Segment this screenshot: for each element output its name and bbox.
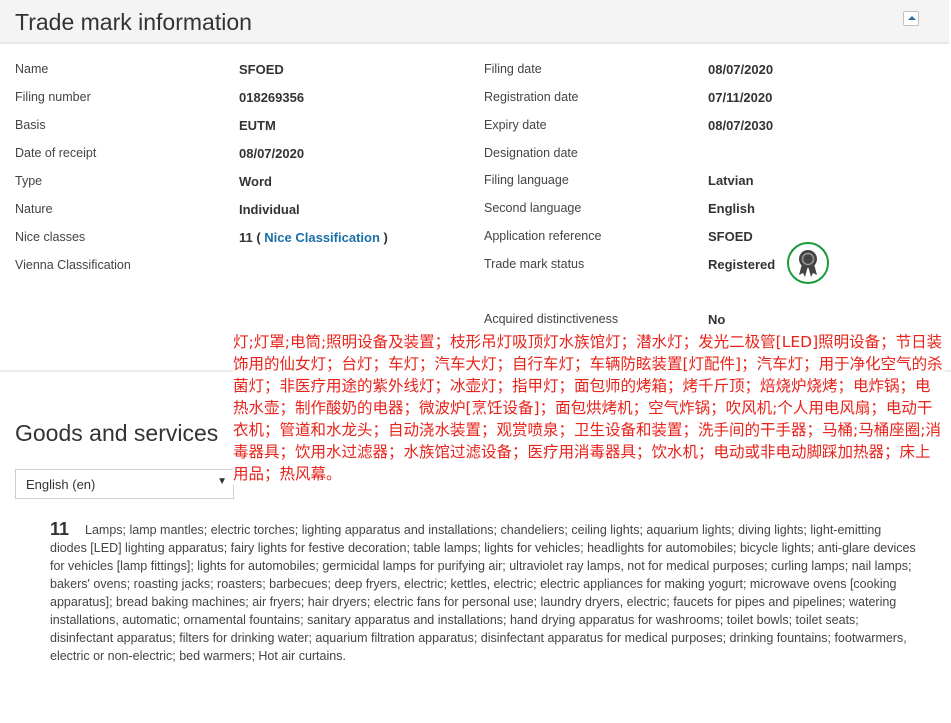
filing-date-label: Filing date xyxy=(484,62,542,76)
expiry-date-value: 08/07/2030 xyxy=(708,118,774,133)
nature-value: Individual xyxy=(239,202,300,217)
nice-class-number: 11 ( xyxy=(239,230,265,245)
date-of-receipt-label: Date of receipt xyxy=(15,146,97,160)
nice-classes-label: Nice classes xyxy=(15,230,86,244)
trade-mark-status-value: Registered xyxy=(708,257,776,272)
filing-number-label: Filing number xyxy=(15,90,91,104)
acquired-distinctiveness-label: Acquired distinctiveness xyxy=(484,312,619,326)
language-select-value: English (en) xyxy=(26,477,96,492)
page-title: Trade mark information xyxy=(15,9,252,35)
name-label: Name xyxy=(15,62,49,76)
trade-mark-status-label: Trade mark status xyxy=(484,257,585,271)
trademark-info-header: Trade mark information xyxy=(0,0,949,44)
dropdown-arrow-icon: ▼ xyxy=(217,476,227,487)
second-language-value: English xyxy=(708,201,755,216)
chinese-overlay-text: 灯;灯罩;电筒;照明设备及装置；枝形吊灯吸顶灯水族馆灯；潜水灯；发光二极管[LE… xyxy=(233,331,945,485)
chevron-up-icon xyxy=(908,16,916,20)
second-language-label: Second language xyxy=(484,201,582,215)
name-value: SFOED xyxy=(239,62,284,77)
expiry-date-label: Expiry date xyxy=(484,118,547,132)
filing-language-label: Filing language xyxy=(484,173,569,187)
filing-language-value: Latvian xyxy=(708,173,754,188)
application-reference-label: Application reference xyxy=(484,229,602,243)
application-reference-value: SFOED xyxy=(708,229,753,244)
type-label: Type xyxy=(15,174,43,188)
basis-label: Basis xyxy=(15,118,46,132)
registered-award-icon xyxy=(787,242,829,284)
goods-services-title: Goods and services xyxy=(15,420,219,446)
collapse-button[interactable] xyxy=(903,11,919,26)
nice-classes-value: 11 ( Nice Classification ) xyxy=(239,230,388,245)
basis-value: EUTM xyxy=(239,118,276,133)
vienna-classification-label: Vienna Classification xyxy=(15,258,131,272)
nice-classification-link[interactable]: Nice Classification xyxy=(264,230,380,245)
filing-date-value: 08/07/2020 xyxy=(708,62,774,77)
designation-date-label: Designation date xyxy=(484,146,578,160)
nice-class-suffix: ) xyxy=(379,230,388,245)
filing-number-value: 018269356 xyxy=(239,90,305,105)
acquired-distinctiveness-value: No xyxy=(708,312,726,327)
type-value: Word xyxy=(239,174,272,189)
registration-date-label: Registration date xyxy=(484,90,579,104)
date-of-receipt-value: 08/07/2020 xyxy=(239,146,305,161)
language-select[interactable]: English (en) ▼ xyxy=(15,469,234,499)
goods-description: Lamps; lamp mantles; electric torches; l… xyxy=(50,523,916,663)
registration-date-value: 07/11/2020 xyxy=(708,90,773,105)
nature-label: Nature xyxy=(15,202,53,216)
